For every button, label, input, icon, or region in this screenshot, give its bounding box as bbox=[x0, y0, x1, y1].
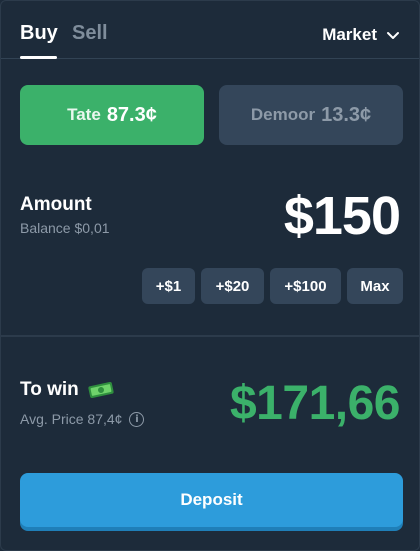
outcome-button-tate[interactable]: Tate 87.3¢ bbox=[20, 85, 204, 145]
quick-add-1-button[interactable]: +$1 bbox=[142, 268, 195, 304]
outcome-name: Demoor bbox=[250, 105, 316, 124]
avg-price-text: Avg. Price 87,4¢ bbox=[20, 411, 123, 427]
chevron-down-icon bbox=[387, 32, 399, 39]
avg-price-row: Avg. Price 87,4¢ i bbox=[20, 411, 145, 427]
outcome-price: 13.3¢ bbox=[321, 103, 372, 126]
balance-text: Balance $0,01 bbox=[20, 220, 110, 236]
tab-sell[interactable]: Sell bbox=[72, 22, 108, 45]
to-win-text: To win bbox=[20, 379, 79, 400]
trade-panel: Buy Sell Market Tate 87.3¢ Demoor 13.3¢ … bbox=[0, 0, 420, 551]
max-button[interactable]: Max bbox=[347, 268, 403, 304]
deposit-button[interactable]: Deposit bbox=[20, 473, 403, 527]
quick-add-20-button[interactable]: +$20 bbox=[201, 268, 264, 304]
outcome-name: Tate bbox=[67, 105, 101, 124]
tab-buy[interactable]: Buy bbox=[20, 22, 58, 45]
to-win-label: To win bbox=[20, 379, 115, 401]
trade-header: Buy Sell Market bbox=[1, 1, 419, 59]
outcome-price: 87.3¢ bbox=[106, 103, 157, 126]
active-tab-indicator bbox=[20, 56, 57, 59]
money-icon bbox=[88, 382, 114, 398]
info-icon[interactable]: i bbox=[129, 411, 145, 427]
to-win-value: $171,66 bbox=[229, 377, 401, 430]
outcome-button-demoor[interactable]: Demoor 13.3¢ bbox=[219, 85, 403, 145]
amount-value[interactable]: $150 bbox=[284, 185, 401, 247]
amount-label: Amount bbox=[20, 194, 92, 215]
order-type-dropdown[interactable]: Market bbox=[322, 25, 401, 45]
order-type-label: Market bbox=[322, 25, 377, 44]
section-divider bbox=[1, 335, 419, 337]
quick-add-100-button[interactable]: +$100 bbox=[270, 268, 341, 304]
